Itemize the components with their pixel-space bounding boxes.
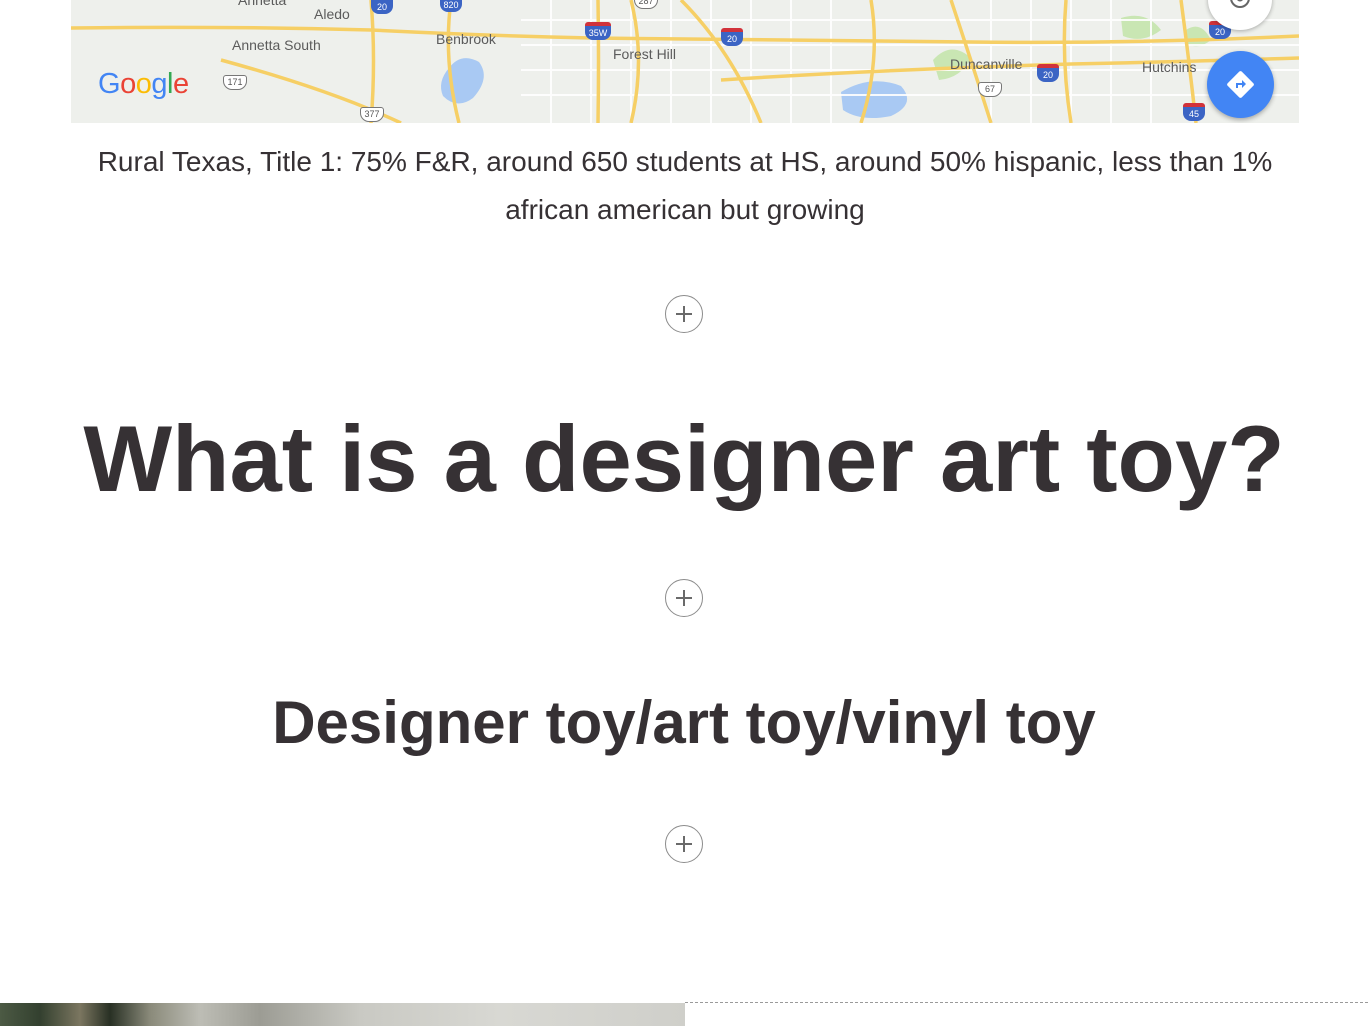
gallery-image[interactable] [0,1003,685,1026]
map-caption: Rural Texas, Title 1: 75% F&R, around 65… [97,146,1273,225]
directions-button[interactable] [1207,51,1274,118]
my-location-icon[interactable] [1208,0,1272,30]
interstate-20-shield: 20 [1037,64,1059,82]
add-block-button[interactable] [665,295,703,333]
add-block-button[interactable] [665,825,703,863]
interstate-20-shield: 20 [371,0,393,14]
loop-820-shield: 820 [440,0,462,12]
google-logo: Google [98,68,189,100]
directions-icon [1227,71,1254,98]
route-171-shield: 171 [223,75,247,90]
interstate-35w-shield: 35W [585,22,611,40]
map-label-duncanville: Duncanville [950,56,1023,72]
map-label-forest-hill: Forest Hill [613,46,677,62]
interstate-20-shield: 20 [721,28,743,46]
interstate-45-shield: 45 [1183,103,1205,121]
section-subheading: Designer toy/art toy/vinyl toy [272,689,1096,756]
map-label-hutchins: Hutchins [1142,59,1197,75]
page: Annetta Aledo Annetta South Benbrook For… [0,0,1368,1026]
map-label-annetta-south: Annetta South [232,37,321,53]
map-label-annetta: Annetta [238,0,287,8]
section-divider [685,1002,1368,1003]
add-block-button[interactable] [665,579,703,617]
us-67-shield: 67 [978,82,1002,97]
map-label-benbrook: Benbrook [436,31,496,47]
section-heading: What is a designer art toy? [83,406,1285,511]
map-label-aledo: Aledo [314,6,350,22]
us-377-shield: 377 [360,107,384,122]
map-roads [71,0,1299,123]
map-embed[interactable]: Annetta Aledo Annetta South Benbrook For… [71,0,1299,123]
